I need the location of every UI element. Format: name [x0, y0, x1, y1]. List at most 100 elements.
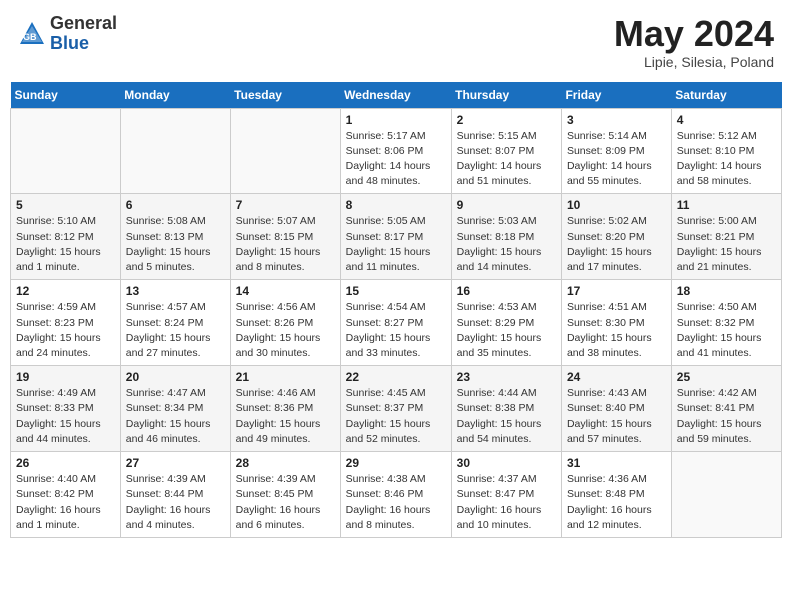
page-header: GB General Blue May 2024 Lipie, Silesia,… [10, 10, 782, 74]
day-number: 2 [457, 113, 556, 127]
day-number: 14 [236, 284, 335, 298]
calendar-cell: 19 Sunrise: 4:49 AMSunset: 8:33 PMDayligh… [11, 366, 121, 452]
calendar-week-2: 5Sunrise: 5:10 AMSunset: 8:12 PMDaylight… [11, 194, 782, 280]
day-info: Sunrise: 4:46 AMSunset: 8:36 PMDaylight:… [236, 386, 335, 447]
day-info: Sunrise: 5:07 AMSunset: 8:15 PMDaylight:… [236, 214, 335, 275]
day-number: 11 [677, 198, 776, 212]
day-info: Sunrise: 5:03 AMSunset: 8:18 PMDaylight:… [457, 214, 556, 275]
day-info: Sunrise: 4:39 AMSunset: 8:45 PMDaylight:… [236, 472, 335, 533]
calendar-table: SundayMondayTuesdayWednesdayThursdayFrid… [10, 82, 782, 538]
day-number: 7 [236, 198, 335, 212]
weekday-header-row: SundayMondayTuesdayWednesdayThursdayFrid… [11, 82, 782, 109]
calendar-week-3: 12 Sunrise: 4:59 AMSunset: 8:23 PMDayligh… [11, 280, 782, 366]
calendar-cell: 29Sunrise: 4:38 AMSunset: 8:46 PMDayligh… [340, 452, 451, 538]
weekday-header-friday: Friday [561, 82, 671, 109]
day-info: Sunrise: 4:56 AMSunset: 8:26 PMDaylight:… [236, 300, 335, 361]
day-number: 16 [457, 284, 556, 298]
title-section: May 2024 Lipie, Silesia, Poland [614, 14, 774, 70]
calendar-cell: 11Sunrise: 5:00 AMSunset: 8:21 PMDayligh… [671, 194, 781, 280]
day-info: Sunrise: 4:40 AMSunset: 8:42 PMDaylight:… [16, 472, 115, 533]
calendar-cell: 6 Sunrise: 5:08 AMSunset: 8:13 PMDaylight… [120, 194, 230, 280]
day-number: 24 [567, 370, 666, 384]
day-info: Sunrise: 4:37 AMSunset: 8:47 PMDaylight:… [457, 472, 556, 533]
calendar-cell: 27Sunrise: 4:39 AMSunset: 8:44 PMDayligh… [120, 452, 230, 538]
calendar-cell: 2 Sunrise: 5:15 AMSunset: 8:07 PMDaylight… [451, 108, 561, 194]
calendar-cell: 8 Sunrise: 5:05 AMSunset: 8:17 PMDaylight… [340, 194, 451, 280]
calendar-cell: 17 Sunrise: 4:51 AMSunset: 8:30 PMDayligh… [561, 280, 671, 366]
calendar-cell [120, 108, 230, 194]
day-number: 6 [126, 198, 225, 212]
calendar-cell: 4 Sunrise: 5:12 AMSunset: 8:10 PMDaylight… [671, 108, 781, 194]
day-number: 20 [126, 370, 225, 384]
day-info: Sunrise: 4:59 AMSunset: 8:23 PMDaylight:… [16, 300, 115, 361]
day-info: Sunrise: 4:54 AMSunset: 8:27 PMDaylight:… [346, 300, 446, 361]
day-info: Sunrise: 4:49 AMSunset: 8:33 PMDaylight:… [16, 386, 115, 447]
day-info: Sunrise: 5:14 AMSunset: 8:09 PMDaylight:… [567, 129, 666, 190]
weekday-header-tuesday: Tuesday [230, 82, 340, 109]
day-number: 4 [677, 113, 776, 127]
calendar-cell: 3Sunrise: 5:14 AMSunset: 8:09 PMDaylight… [561, 108, 671, 194]
calendar-cell: 18 Sunrise: 4:50 AMSunset: 8:32 PMDayligh… [671, 280, 781, 366]
day-info: Sunrise: 4:42 AMSunset: 8:41 PMDaylight:… [677, 386, 776, 447]
calendar-cell: 30Sunrise: 4:37 AMSunset: 8:47 PMDayligh… [451, 452, 561, 538]
day-number: 19 [16, 370, 115, 384]
day-info: Sunrise: 5:15 AMSunset: 8:07 PMDaylight:… [457, 129, 556, 190]
calendar-cell: 1Sunrise: 5:17 AMSunset: 8:06 PMDaylight… [340, 108, 451, 194]
calendar-cell: 24 Sunrise: 4:43 AMSunset: 8:40 PMDayligh… [561, 366, 671, 452]
day-number: 28 [236, 456, 335, 470]
day-info: Sunrise: 4:51 AMSunset: 8:30 PMDaylight:… [567, 300, 666, 361]
day-info: Sunrise: 5:05 AMSunset: 8:17 PMDaylight:… [346, 214, 446, 275]
day-info: Sunrise: 4:39 AMSunset: 8:44 PMDaylight:… [126, 472, 225, 533]
calendar-week-4: 19 Sunrise: 4:49 AMSunset: 8:33 PMDayligh… [11, 366, 782, 452]
day-info: Sunrise: 4:36 AMSunset: 8:48 PMDaylight:… [567, 472, 666, 533]
day-number: 13 [126, 284, 225, 298]
day-number: 8 [346, 198, 446, 212]
day-info: Sunrise: 4:50 AMSunset: 8:32 PMDaylight:… [677, 300, 776, 361]
weekday-header-monday: Monday [120, 82, 230, 109]
day-number: 25 [677, 370, 776, 384]
day-number: 23 [457, 370, 556, 384]
month-title: May 2024 [614, 14, 774, 54]
day-info: Sunrise: 4:47 AMSunset: 8:34 PMDaylight:… [126, 386, 225, 447]
day-number: 22 [346, 370, 446, 384]
day-number: 26 [16, 456, 115, 470]
calendar-cell: 22Sunrise: 4:45 AMSunset: 8:37 PMDayligh… [340, 366, 451, 452]
logo-text: General Blue [50, 14, 117, 54]
calendar-body: 1Sunrise: 5:17 AMSunset: 8:06 PMDaylight… [11, 108, 782, 537]
calendar-cell: 31 Sunrise: 4:36 AMSunset: 8:48 PMDayligh… [561, 452, 671, 538]
calendar-cell: 26 Sunrise: 4:40 AMSunset: 8:42 PMDayligh… [11, 452, 121, 538]
calendar-cell: 9 Sunrise: 5:03 AMSunset: 8:18 PMDaylight… [451, 194, 561, 280]
calendar-cell: 16 Sunrise: 4:53 AMSunset: 8:29 PMDayligh… [451, 280, 561, 366]
weekday-header-thursday: Thursday [451, 82, 561, 109]
day-number: 10 [567, 198, 666, 212]
calendar-cell: 25 Sunrise: 4:42 AMSunset: 8:41 PMDayligh… [671, 366, 781, 452]
day-number: 17 [567, 284, 666, 298]
day-number: 9 [457, 198, 556, 212]
day-info: Sunrise: 4:53 AMSunset: 8:29 PMDaylight:… [457, 300, 556, 361]
logo-general: General [50, 13, 117, 33]
day-info: Sunrise: 5:12 AMSunset: 8:10 PMDaylight:… [677, 129, 776, 190]
day-number: 29 [346, 456, 446, 470]
calendar-week-1: 1Sunrise: 5:17 AMSunset: 8:06 PMDaylight… [11, 108, 782, 194]
weekday-header-sunday: Sunday [11, 82, 121, 109]
location-subtitle: Lipie, Silesia, Poland [614, 54, 774, 70]
calendar-cell: 28 Sunrise: 4:39 AMSunset: 8:45 PMDayligh… [230, 452, 340, 538]
day-number: 5 [16, 198, 115, 212]
day-number: 18 [677, 284, 776, 298]
svg-text:GB: GB [23, 32, 37, 42]
calendar-cell: 13Sunrise: 4:57 AMSunset: 8:24 PMDayligh… [120, 280, 230, 366]
calendar-cell [671, 452, 781, 538]
weekday-header-wednesday: Wednesday [340, 82, 451, 109]
logo: GB General Blue [18, 14, 117, 54]
calendar-cell [11, 108, 121, 194]
calendar-cell: 12 Sunrise: 4:59 AMSunset: 8:23 PMDayligh… [11, 280, 121, 366]
calendar-cell: 15Sunrise: 4:54 AMSunset: 8:27 PMDayligh… [340, 280, 451, 366]
day-info: Sunrise: 4:43 AMSunset: 8:40 PMDaylight:… [567, 386, 666, 447]
day-info: Sunrise: 5:08 AMSunset: 8:13 PMDaylight:… [126, 214, 225, 275]
day-number: 21 [236, 370, 335, 384]
calendar-cell: 7 Sunrise: 5:07 AMSunset: 8:15 PMDaylight… [230, 194, 340, 280]
day-number: 12 [16, 284, 115, 298]
day-number: 31 [567, 456, 666, 470]
day-info: Sunrise: 5:02 AMSunset: 8:20 PMDaylight:… [567, 214, 666, 275]
day-info: Sunrise: 5:17 AMSunset: 8:06 PMDaylight:… [346, 129, 446, 190]
